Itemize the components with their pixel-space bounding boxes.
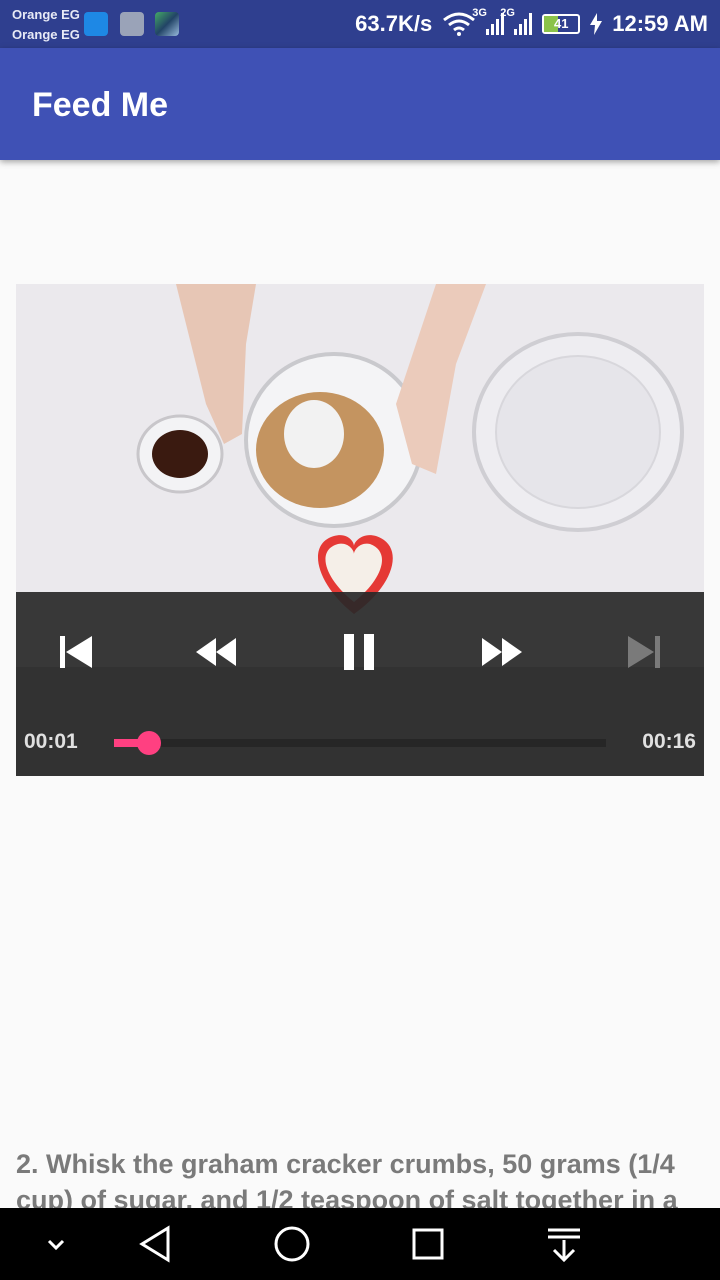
carrier-1: Orange EG (12, 7, 80, 22)
status-right: 63.7K/s 3G 2G 41 12:59 AM (355, 0, 708, 48)
network-type-2: 2G (500, 7, 515, 19)
usb-icon (84, 12, 108, 36)
seek-thumb[interactable] (137, 731, 161, 755)
status-bar: Orange EG Orange EG 63.7K/s 3G 2G 41 12:… (0, 0, 720, 48)
pause-icon[interactable] (340, 632, 380, 672)
duration: 00:16 (642, 730, 696, 753)
network-speed: 63.7K/s (355, 11, 433, 36)
home-icon[interactable] (270, 1222, 314, 1266)
navigation-bar (0, 1208, 720, 1280)
app-notification-icon (155, 12, 179, 36)
notifications-pull-icon[interactable] (542, 1222, 586, 1266)
network-type-1: 3G (472, 7, 487, 19)
chevron-down-icon[interactable] (34, 1222, 78, 1266)
controls-panel (16, 667, 704, 776)
seek-bar[interactable] (114, 739, 606, 747)
recents-icon[interactable] (406, 1222, 450, 1266)
next-icon[interactable] (624, 632, 664, 672)
app-bar: Feed Me (0, 48, 720, 160)
current-time: 00:01 (24, 730, 78, 753)
rewind-icon[interactable] (196, 632, 236, 672)
charging-icon (590, 13, 603, 35)
battery-level: 41 (553, 16, 569, 31)
carrier-labels: Orange EG Orange EG (12, 5, 80, 45)
screen: Orange EG Orange EG 63.7K/s 3G 2G 41 12:… (0, 0, 720, 1280)
carrier-2: Orange EG (12, 27, 80, 42)
fast-forward-icon[interactable] (482, 632, 522, 672)
previous-icon[interactable] (56, 632, 96, 672)
gallery-icon (120, 12, 144, 36)
app-title: Feed Me (32, 86, 169, 124)
video-player[interactable]: 00:01 00:16 (16, 284, 704, 776)
clock: 12:59 AM (612, 11, 708, 36)
signal-icon-2: 2G (500, 7, 533, 35)
wifi-icon (443, 12, 476, 36)
battery-icon: 41 (542, 14, 581, 34)
back-icon[interactable] (134, 1222, 178, 1266)
